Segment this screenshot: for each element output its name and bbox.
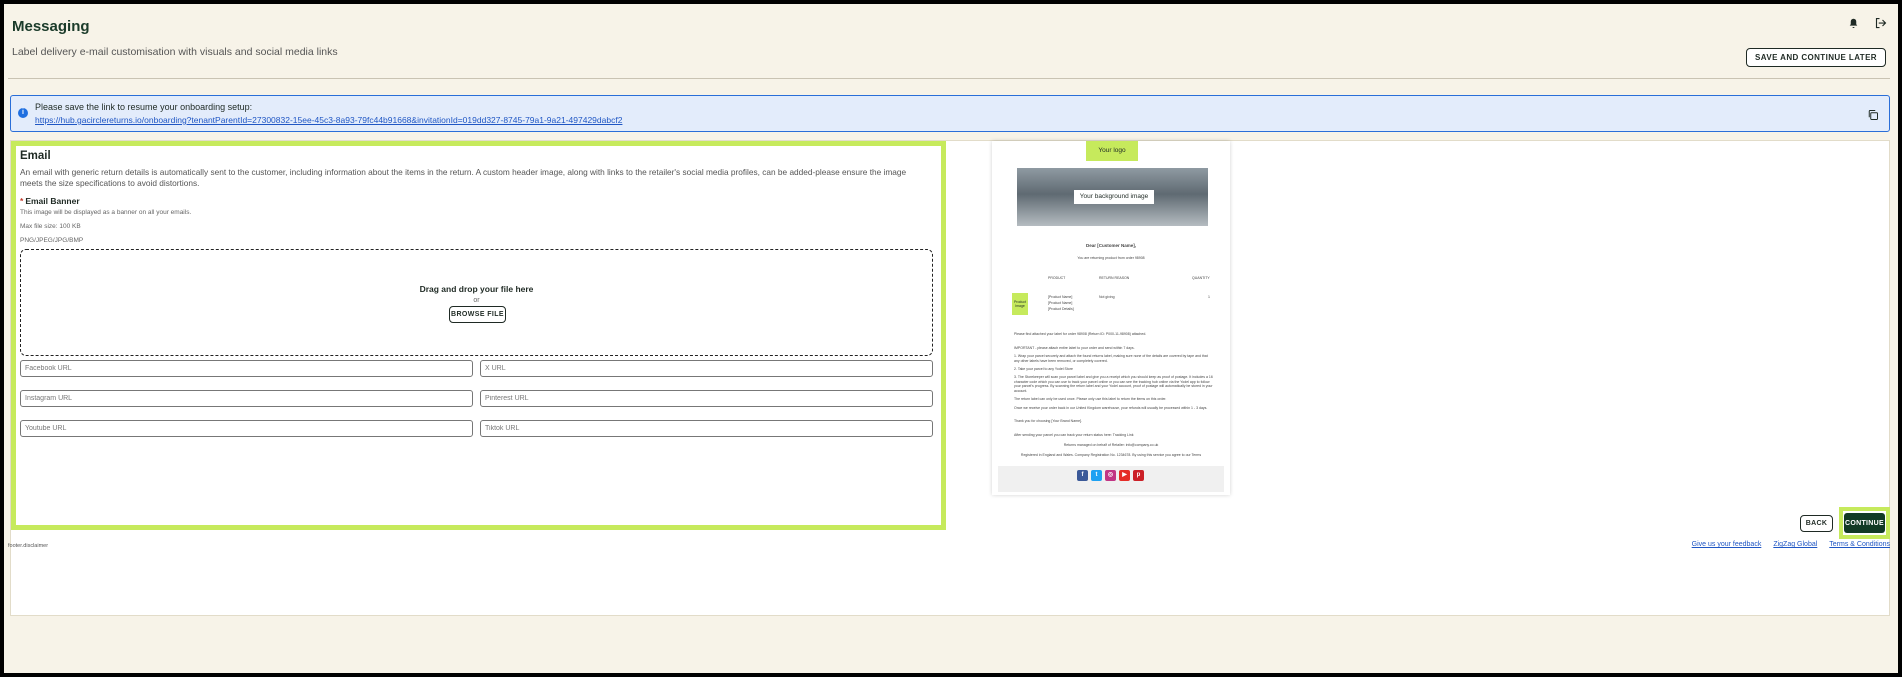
allowed-formats: PNG/JPEG/JPG/BMP xyxy=(20,237,84,244)
dropzone-title: Drag and drop your file here xyxy=(419,284,534,294)
preview-body-line: After sending your parcel you can track … xyxy=(1014,433,1134,437)
preview-background-label: Your background image xyxy=(1074,190,1154,204)
email-description: An email with generic return details is … xyxy=(20,167,907,188)
dropzone-or: or xyxy=(473,297,480,304)
page-header: Messaging Label delivery e-mail customis… xyxy=(8,12,1894,82)
pinterest-url-input[interactable] xyxy=(480,390,933,407)
copy-icon[interactable] xyxy=(1867,108,1879,120)
logout-icon[interactable] xyxy=(1874,16,1888,30)
page-subtitle: Label delivery e-mail customisation with… xyxy=(12,46,338,58)
instagram-url-input[interactable] xyxy=(20,390,473,407)
preview-product-line-1: [Product Name] xyxy=(1048,295,1073,299)
top-icon-bar xyxy=(1846,16,1888,30)
continue-highlight: CONTINUE xyxy=(1839,507,1890,539)
preview-body-line: Registered in England and Wales. Company… xyxy=(1020,453,1202,457)
email-banner-label-text: Email Banner xyxy=(25,196,80,206)
preview-body-line: Once we receive your order back in our U… xyxy=(1014,406,1208,410)
save-and-continue-later-button[interactable]: SAVE AND CONTINUE LATER xyxy=(1746,48,1886,67)
preview-col-product: PRODUCT xyxy=(1048,276,1066,280)
youtube-url-input[interactable] xyxy=(20,420,473,437)
browse-file-button[interactable]: BROWSE FILE xyxy=(449,306,506,323)
resume-onboarding-link[interactable]: https://hub.gacirclereturns.io/onboardin… xyxy=(35,115,622,125)
preview-logo-placeholder: Your logo xyxy=(1086,141,1138,161)
facebook-url-input[interactable] xyxy=(20,360,473,377)
feedback-link[interactable]: Give us your feedback xyxy=(1692,541,1762,548)
terms-link[interactable]: Terms & Conditions xyxy=(1829,541,1890,548)
preview-body-line: 2. Take your parcel to any Yodel Store xyxy=(1014,367,1073,371)
bell-icon[interactable] xyxy=(1846,16,1860,30)
footer-links: Give us your feedback ZigZag Global Term… xyxy=(1692,541,1890,548)
preview-background-image: Your background image xyxy=(1017,168,1208,226)
back-button[interactable]: BACK xyxy=(1800,515,1833,532)
page-title: Messaging xyxy=(12,18,90,35)
preview-body-line: 1. Wrap your parcel securely and attach … xyxy=(1014,354,1208,363)
preview-reason: Not giving xyxy=(1099,295,1115,299)
required-mark: * xyxy=(20,196,24,206)
info-icon: i xyxy=(18,108,28,118)
twitter-icon: t xyxy=(1091,470,1102,481)
info-banner: i Please save the link to resume your on… xyxy=(10,95,1890,132)
email-section-title: Email xyxy=(20,150,51,162)
preview-body-line: Returns managed on behalf of Retailer: i… xyxy=(1063,443,1159,447)
zigzag-global-link[interactable]: ZigZag Global xyxy=(1773,541,1817,548)
instagram-icon: ◎ xyxy=(1105,470,1116,481)
preview-returning-line: You are returning product from order 989… xyxy=(1077,256,1145,260)
file-dropzone[interactable]: Drag and drop your file here or BROWSE F… xyxy=(20,249,933,356)
email-banner-help: This image will be displayed as a banner… xyxy=(20,209,192,216)
facebook-icon: f xyxy=(1077,470,1088,481)
preview-col-quantity: QUANTITY xyxy=(1192,276,1210,280)
footer-disclaimer: footer.disclaimer xyxy=(8,543,49,549)
preview-col-reason: RETURN REASON xyxy=(1099,276,1130,280)
preview-body-line: The return label can only be used once. … xyxy=(1014,397,1167,401)
pinterest-icon: p xyxy=(1133,470,1144,481)
preview-product-thumb: Product Image xyxy=(1012,293,1028,315)
x-url-input[interactable] xyxy=(480,360,933,377)
preview-product-line-3: [Product Details] xyxy=(1048,307,1074,311)
preview-body-line: 3. The Storekeeper will scan your parcel… xyxy=(1014,375,1213,393)
continue-button[interactable]: CONTINUE xyxy=(1844,513,1885,533)
max-file-size: Max file size: 100 KB xyxy=(20,223,81,230)
preview-product-line-2: [Product Name] xyxy=(1048,301,1073,305)
email-banner-label: * Email Banner xyxy=(20,196,80,206)
tiktok-url-input[interactable] xyxy=(480,420,933,437)
info-banner-text: Please save the link to resume your onbo… xyxy=(35,102,253,112)
preview-quantity: 1 xyxy=(1208,295,1210,299)
header-divider xyxy=(8,78,1890,79)
main-card: Email An email with generic return detai… xyxy=(10,140,1890,616)
youtube-icon: ▶ xyxy=(1119,470,1130,481)
preview-body-line: Please find attached your label for orde… xyxy=(1014,332,1147,336)
email-section: Email An email with generic return detai… xyxy=(11,141,946,530)
preview-body-line: IMPORTANT - please attach entire label t… xyxy=(1014,346,1135,350)
preview-body-line: Thank you for choosing [Your Brand Name]… xyxy=(1014,419,1082,423)
preview-greeting: Dear [Customer Name], xyxy=(1085,243,1136,248)
email-preview: Your logo Your background image Dear [Cu… xyxy=(992,141,1230,495)
